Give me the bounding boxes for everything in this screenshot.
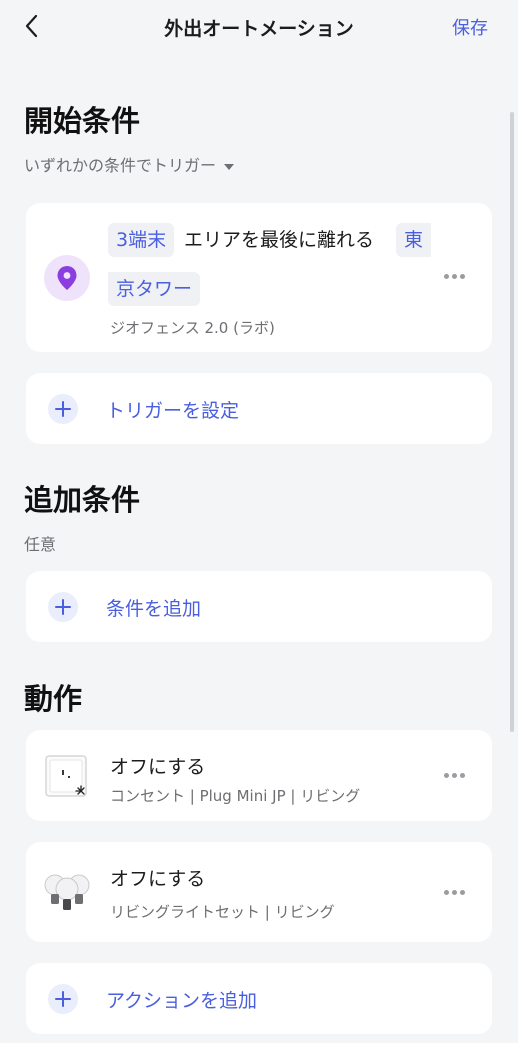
action-item[interactable]: オフにする リビングライトセット | リビング: [26, 842, 492, 942]
plus-icon: [48, 984, 78, 1014]
save-button[interactable]: 保存: [452, 14, 488, 40]
trigger-event-text: エリアを最後に離れる: [184, 229, 375, 251]
additional-conditions-title: 追加条件: [24, 483, 141, 517]
add-trigger-button[interactable]: トリガーを設定: [26, 373, 492, 444]
add-condition-button[interactable]: 条件を追加: [26, 571, 492, 642]
smart-plug-icon: [44, 754, 90, 800]
plus-icon: [48, 592, 78, 622]
more-options-icon[interactable]: [444, 773, 466, 779]
trigger-mode-dropdown[interactable]: いずれかの条件でトリガー: [24, 152, 235, 176]
action-item[interactable]: オフにする コンセント | Plug Mini JP | リビング: [26, 730, 492, 821]
start-conditions-title: 開始条件: [24, 104, 141, 138]
device-count-tag[interactable]: 3端末: [108, 223, 175, 257]
back-button[interactable]: [18, 12, 46, 40]
additional-conditions-subtitle: 任意: [24, 535, 57, 554]
light-bulbs-icon: [42, 870, 92, 916]
add-trigger-label: トリガーを設定: [106, 400, 240, 422]
add-condition-label: 条件を追加: [106, 598, 202, 620]
page-title: 外出オートメーション: [164, 18, 354, 40]
add-action-label: アクションを追加: [106, 990, 258, 1012]
place-tag[interactable]: 東: [396, 223, 432, 257]
action-title: オフにする: [110, 756, 206, 778]
location-pin-icon: [57, 266, 77, 290]
action-subtitle: コンセント | Plug Mini JP | リビング: [110, 787, 361, 805]
caret-down-icon: [224, 163, 235, 170]
action-title: オフにする: [110, 868, 206, 890]
trigger-mode-label: いずれかの条件でトリガー: [24, 156, 217, 175]
place-tag-continued[interactable]: 京タワー: [108, 272, 201, 306]
navigation-bar: 外出オートメーション 保存: [0, 0, 518, 56]
trigger-subtitle: ジオフェンス 2.0 (ラボ): [110, 319, 275, 337]
scrollbar[interactable]: [510, 112, 514, 732]
more-options-icon[interactable]: [444, 890, 466, 896]
trigger-card[interactable]: 3端末 エリアを最後に離れる 東 京タワー ジオフェンス 2.0 (ラボ): [26, 203, 492, 352]
actions-title: 動作: [24, 682, 83, 716]
trigger-icon-badge: [44, 255, 90, 301]
action-subtitle: リビングライトセット | リビング: [110, 903, 335, 921]
plus-icon: [48, 394, 78, 424]
more-options-icon[interactable]: [444, 274, 466, 280]
add-action-button[interactable]: アクションを追加: [26, 963, 492, 1034]
chevron-left-icon: [25, 14, 38, 38]
